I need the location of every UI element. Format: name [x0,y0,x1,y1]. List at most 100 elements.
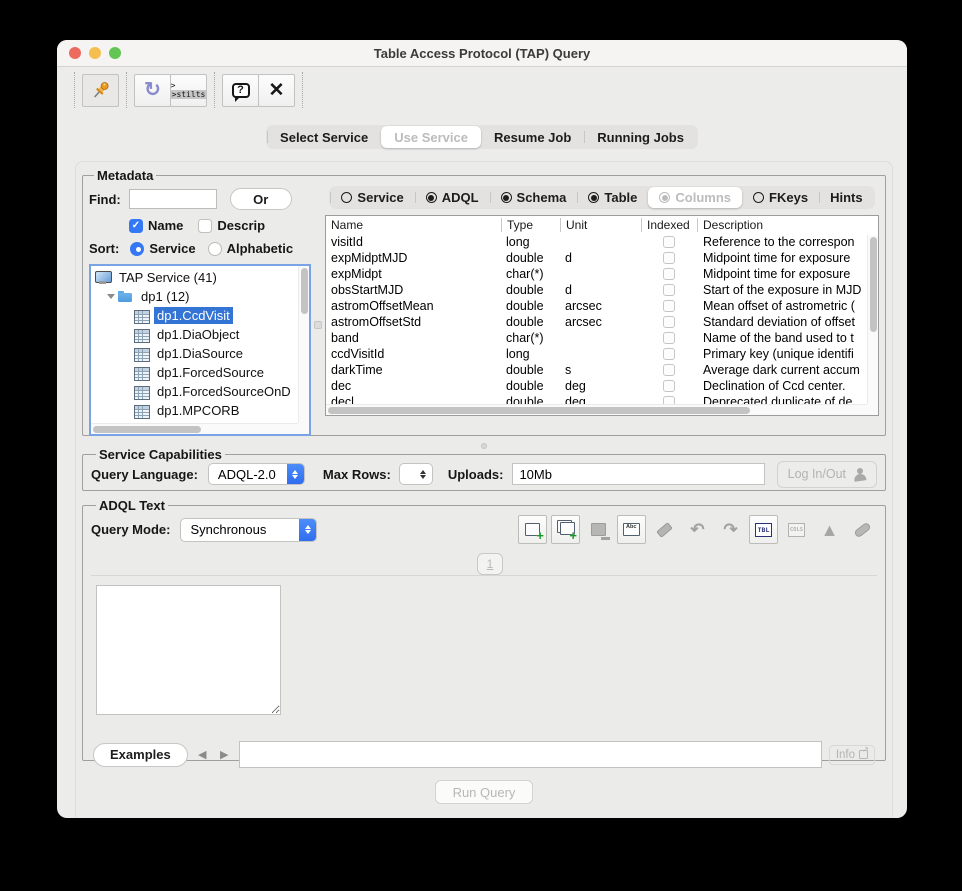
column-header[interactable]: Name [326,218,501,232]
adql-tool-button[interactable]: Abc [617,515,646,544]
main-tab[interactable]: Resume Job [481,126,584,148]
view-tab[interactable]: Columns [648,187,742,208]
scrollbar-thumb[interactable] [301,268,308,314]
indexed-checkbox[interactable] [663,268,675,280]
max-rows-spinner[interactable] [399,463,433,485]
column-header[interactable]: Unit [560,218,641,232]
indexed-checkbox[interactable] [663,380,675,392]
indexed-checkbox[interactable] [663,348,675,360]
column-header[interactable]: Indexed [641,218,697,232]
metadata-splitter[interactable] [311,183,325,429]
close-dialog-button[interactable]: ✕ [258,74,295,107]
view-tab[interactable]: Service [330,187,414,208]
sort-radio[interactable]: Service [130,241,195,256]
uploads-field[interactable] [512,463,764,485]
tree-item[interactable]: dp1.DiaSource [91,344,309,363]
view-tab[interactable]: Table [577,187,648,208]
login-button[interactable]: Log In/Out [777,461,877,488]
adql-tool-button[interactable] [848,515,877,544]
scrollbar-thumb[interactable] [870,237,877,332]
reload-metadata-button[interactable]: ↻ [134,74,171,107]
indexed-checkbox[interactable] [663,300,675,312]
tree-vertical-scrollbar[interactable] [298,266,309,423]
table-row[interactable]: ccdVisitId long Primary key (unique iden… [326,346,878,362]
splitter-knob[interactable] [314,321,322,329]
adql-tool-button[interactable]: TBL [749,515,778,544]
radio-icon[interactable] [130,242,144,256]
next-example-button[interactable]: ▶ [217,746,232,764]
table-horizontal-scrollbar[interactable] [326,404,867,415]
main-tab[interactable]: Use Service [381,126,481,148]
indexed-checkbox[interactable] [663,332,675,344]
help-button[interactable]: ? [222,74,259,107]
tree-item[interactable]: dp1 (12) [91,287,309,306]
view-tab[interactable]: FKeys [742,187,819,208]
pin-window-button[interactable] [82,74,119,107]
tree-item[interactable]: dp1.DiaObject [91,325,309,344]
table-row[interactable]: darkTime double s Average dark current a… [326,362,878,378]
radio-icon[interactable] [208,242,222,256]
indexed-checkbox[interactable] [663,236,675,248]
scrollbar-thumb[interactable] [328,407,750,414]
adql-tool-button[interactable]: ↶ [683,515,712,544]
table-row[interactable]: obsStartMJD double d Start of the exposu… [326,282,878,298]
main-tab[interactable]: Select Service [267,126,381,148]
filter-checkbox[interactable]: Descrip [198,218,265,233]
adql-tool-button[interactable]: COLS [782,515,811,544]
checkbox-icon[interactable] [198,219,212,233]
adql-tool-button[interactable]: ▲ [815,515,844,544]
table-row[interactable]: dec double deg Declination of Ccd center… [326,378,878,394]
run-query-button[interactable]: Run Query [435,780,534,804]
view-tab[interactable]: Schema [490,187,578,208]
close-window-button[interactable] [69,47,81,59]
table-vertical-scrollbar[interactable] [867,235,878,404]
info-button[interactable]: Info [829,745,875,765]
adql-tool-button[interactable] [584,515,613,544]
table-row[interactable]: band char(*) Name of the band used to t [326,330,878,346]
tree-item[interactable]: dp1.CcdVisit [91,306,309,325]
adql-tool-button[interactable]: + [551,515,580,544]
filter-checkbox[interactable]: Name [129,218,183,233]
table-row[interactable]: astromOffsetStd double arcsec Standard d… [326,314,878,330]
tree-item[interactable]: dp1.MPCORB [91,401,309,420]
view-tab[interactable]: ADQL [415,187,490,208]
table-row[interactable]: visitId long Reference to the correspon [326,234,878,250]
tree-item[interactable]: dp1.ForcedSourceOnD [91,382,309,401]
columns-table[interactable]: Name Type Unit Indexed Description visit… [325,215,879,416]
adql-tool-button[interactable]: + [518,515,547,544]
adql-tool-button[interactable] [650,515,679,544]
table-row[interactable]: astromOffsetMean double arcsec Mean offs… [326,298,878,314]
title-bar[interactable]: Table Access Protocol (TAP) Query [57,40,907,67]
indexed-checkbox[interactable] [663,316,675,328]
adql-tool-button[interactable]: ↷ [716,515,745,544]
column-header[interactable]: Description [697,218,878,232]
find-input[interactable] [129,189,217,209]
previous-example-button[interactable]: ◀ [195,746,210,764]
column-header[interactable]: Type [501,218,560,232]
view-tab[interactable]: Hints [819,187,874,208]
schema-tree[interactable]: TAP Service (41) dp1 (12) [89,264,311,436]
checkbox-icon[interactable] [129,219,143,233]
query-language-select[interactable]: ADQL-2.0 [208,463,305,485]
or-button[interactable]: Or [230,188,292,210]
scrollbar-thumb[interactable] [93,426,201,433]
tree-horizontal-scrollbar[interactable] [91,423,298,434]
indexed-checkbox[interactable] [663,284,675,296]
query-mode-select[interactable]: Synchronous [180,518,317,542]
indexed-checkbox[interactable] [663,364,675,376]
table-row[interactable]: expMidpt char(*) Midpoint time for expos… [326,266,878,282]
table-row[interactable]: expMidptMJD double d Midpoint time for e… [326,250,878,266]
main-tab[interactable]: Running Jobs [584,126,697,148]
indexed-checkbox[interactable] [663,252,675,264]
minimize-window-button[interactable] [89,47,101,59]
example-field[interactable] [239,741,822,768]
examples-button[interactable]: Examples [93,743,188,767]
sort-radio[interactable]: Alphabetic [208,241,293,256]
stilts-command-button[interactable]: > >stilts [170,74,207,107]
chevron-down-icon[interactable] [105,294,117,299]
query-sheet-tab[interactable]: 1 [477,553,503,575]
tree-item[interactable]: dp1.ForcedSource [91,363,309,382]
splitter-knob[interactable] [481,443,487,449]
zoom-window-button[interactable] [109,47,121,59]
tree-item[interactable]: TAP Service (41) [91,268,309,287]
